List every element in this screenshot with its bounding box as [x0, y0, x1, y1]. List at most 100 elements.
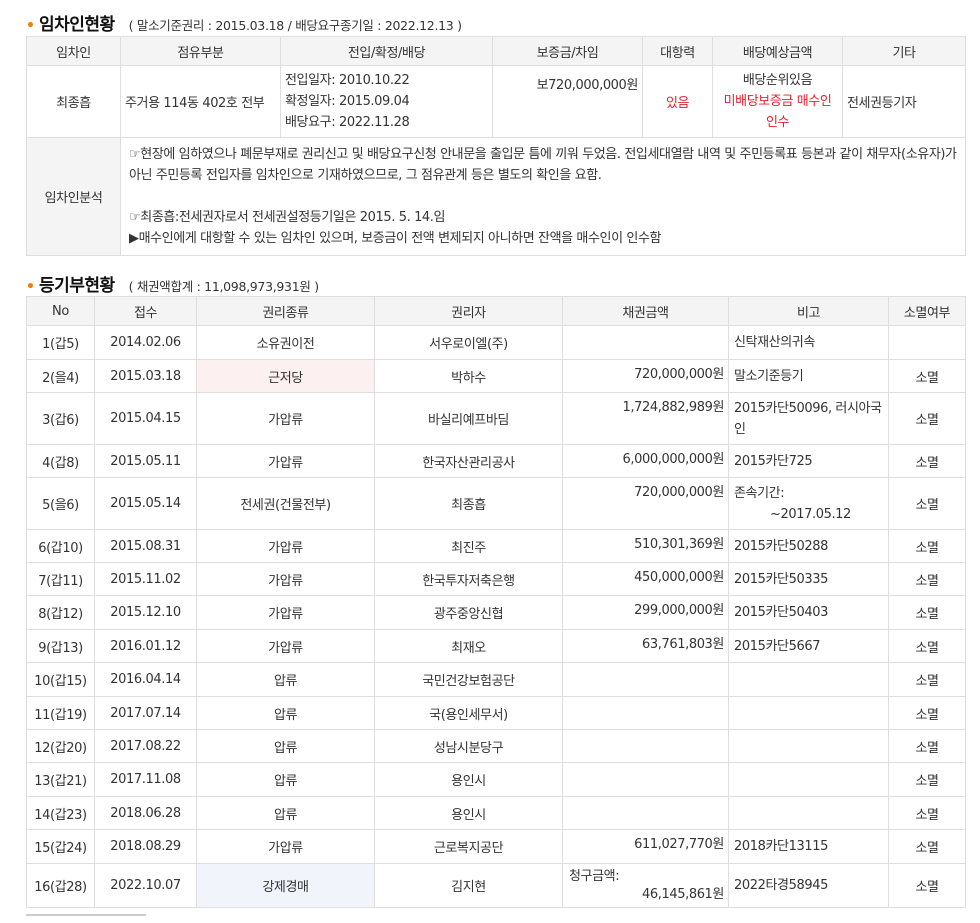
table-row: 12(갑20) 2017.08.22 압류 성남시분당구 소멸: [26, 729, 966, 763]
row-date: 2015.05.14: [94, 477, 197, 530]
row-status: 소멸: [888, 762, 966, 797]
row-date: 2015.05.11: [94, 444, 197, 478]
row-status: 소멸: [888, 562, 966, 596]
row-date: 2015.08.31: [94, 529, 197, 563]
table-row: 15(갑24) 2018.08.29 가압류 근로복지공단 611,027,770원 20…: [26, 829, 966, 864]
row-status: 소멸: [888, 829, 966, 864]
register-col-header: 소멸여부: [888, 296, 966, 326]
tenant-opposition: 있음: [642, 65, 713, 138]
row-note: 2015카단50403: [728, 595, 889, 630]
row-date: 2015.03.18: [94, 359, 197, 393]
row-status: 소멸: [888, 477, 966, 530]
row-status: 소멸: [888, 629, 966, 663]
row-amount: [562, 729, 729, 763]
row-right-type: 가압류: [196, 629, 375, 663]
row-status: 소멸: [888, 529, 966, 563]
row-note-text: 2015카단50403: [734, 605, 828, 620]
row-holder: 광주중앙신협: [374, 595, 563, 630]
row-note: 2015카단5667: [728, 629, 889, 663]
row-right-type: 압류: [196, 729, 375, 763]
row-date: 2015.04.15: [94, 392, 197, 445]
row-amount: 299,000,000원: [562, 595, 729, 630]
row-status: 소멸: [888, 729, 966, 763]
row-note: [728, 729, 889, 763]
row-no: 11(갑19): [26, 696, 95, 730]
row-right-type: 가압류: [196, 829, 375, 864]
row-holder: 최진주: [374, 529, 563, 563]
tenant-part: 주거용 114동 402호 전부: [120, 65, 281, 138]
row-status: 소멸: [888, 696, 966, 730]
register-table: No 접수 권리종류 권리자 채권금액 비고 소멸여부 1(갑5) 2014.02…: [26, 296, 966, 908]
row-holder: 서우로이엘(주): [374, 325, 563, 360]
row-note: [728, 696, 889, 730]
row-date: 2017.08.22: [94, 729, 197, 763]
row-right-type: 압류: [196, 662, 375, 697]
row-amount: 1,724,882,989원: [562, 392, 729, 445]
tenant-header-row: 임차인 점유부분 전입/확정/배당 보증금/차임 대항력 배당예상금액 기타: [26, 36, 966, 66]
row-note-text: 2015카단5667: [734, 638, 821, 654]
row-holder: 바실리예프바딤: [374, 392, 563, 445]
row-status: 소멸: [888, 359, 966, 393]
row-right-type: 강제경매: [196, 863, 375, 908]
row-no: 14(갑23): [26, 796, 95, 830]
row-amount: [562, 696, 729, 730]
table-row: 13(갑21) 2017.11.08 압류 용인시 소멸: [26, 762, 966, 797]
tenant-col-header: 배당예상금액: [712, 36, 843, 66]
table-row: 2(을4) 2015.03.18 근저당 박하수 720,000,000원 말소기준등기 소…: [26, 359, 966, 393]
row-right-type: 압류: [196, 796, 375, 830]
tenant-dates: 전입일자: 2010.10.22 확정일자: 2015.09.04 배당요구: …: [280, 65, 493, 138]
tenant-move-in-date: 전입일자: 2010.10.22: [285, 73, 410, 88]
row-right-type: 전세권(건물전부): [196, 477, 375, 530]
row-right-type: 가압류: [196, 595, 375, 630]
tenant-deposit: 보720,000,000원: [492, 65, 643, 138]
claim-amount-label: 청구금액:: [569, 869, 620, 884]
register-col-header: 권리자: [374, 296, 563, 326]
row-note-text-2: ~2017.05.12: [770, 506, 851, 522]
row-no: 4(갑8): [26, 444, 95, 478]
tenant-col-header: 기타: [842, 36, 966, 66]
row-amount: 510,301,369원: [562, 529, 729, 563]
table-row: 4(갑8) 2015.05.11 가압류 한국자산관리공사 6,000,000,000원…: [26, 444, 966, 478]
tenant-col-header: 점유부분: [120, 36, 281, 66]
row-note-text: 2022타경58945: [734, 878, 828, 893]
register-col-header: 비고: [728, 296, 889, 326]
row-status: 소멸: [888, 863, 966, 908]
row-note: 2018카단13115: [728, 829, 889, 864]
table-row: 6(갑10) 2015.08.31 가압류 최진주 510,301,369원 2015카단…: [26, 529, 966, 563]
row-amount: 611,027,770원: [562, 829, 729, 864]
row-amount: 720,000,000원: [562, 359, 729, 393]
bullet-icon: •: [26, 279, 35, 295]
row-amount: 6,000,000,000원: [562, 444, 729, 478]
table-row: 1(갑5) 2014.02.06 소유권이전 서우로이엘(주) 신탁재산의귀속: [26, 325, 966, 360]
row-date: 2016.01.12: [94, 629, 197, 663]
tenant-expected-dividend: 배당순위있음 미배당보증금 매수인 인수: [712, 65, 843, 138]
tenant-analysis-row: 임차인분석 ☞현장에 임하였으나 폐문부재로 권리신고 및 배당요구신청 안내문…: [26, 137, 966, 256]
register-section-header: • 등기부현황 ( 채권액합계 : 11,098,973,931원 ): [0, 271, 319, 296]
row-no: 1(갑5): [26, 325, 95, 360]
table-row: 7(갑11) 2015.11.02 가압류 한국투자저축은행 450,000,000원 2…: [26, 562, 966, 596]
row-date: 2014.02.06: [94, 325, 197, 360]
row-no: 3(갑6): [26, 392, 95, 445]
row-no: 2(을4): [26, 359, 95, 393]
row-holder: 최재오: [374, 629, 563, 663]
row-date: 2018.06.28: [94, 796, 197, 830]
claim-amount-value: 46,145,861원: [642, 887, 724, 902]
expected-line-3: 인수: [765, 115, 790, 130]
expected-line-2: 미배당보증금 매수인: [723, 94, 832, 109]
bullet-icon: •: [26, 18, 35, 34]
row-amount: [562, 762, 729, 797]
tenant-col-header: 대항력: [642, 36, 713, 66]
tenant-col-header: 전입/확정/배당: [280, 36, 493, 66]
row-status: 소멸: [888, 796, 966, 830]
row-status: 소멸: [888, 444, 966, 478]
row-right-type: 가압류: [196, 562, 375, 596]
row-holder: 근로복지공단: [374, 829, 563, 864]
row-holder: 한국자산관리공사: [374, 444, 563, 478]
row-status: 소멸: [888, 392, 966, 445]
register-col-header: 접수: [94, 296, 197, 326]
row-no: 12(갑20): [26, 729, 95, 763]
row-holder: 한국투자저축은행: [374, 562, 563, 596]
row-right-type: 가압류: [196, 529, 375, 563]
row-holder: 국민건강보험공단: [374, 662, 563, 697]
row-note: 2015카단725: [728, 444, 889, 478]
